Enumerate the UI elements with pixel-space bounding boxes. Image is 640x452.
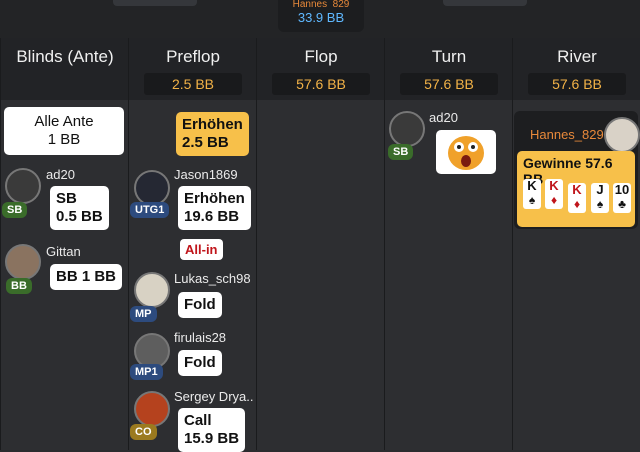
ante-amount: 1 BB: [47, 131, 81, 148]
scream-emoji-icon: [448, 136, 484, 170]
column-title: Blinds (Ante): [16, 47, 114, 66]
column-turn: Turn 57.6 BB: [384, 38, 513, 450]
ante-label: Alle Ante: [34, 113, 94, 130]
player-name: Lukas_sch98: [174, 271, 251, 286]
ante-card: Alle Ante 1 BB: [4, 107, 124, 155]
action-amount: 15.9 BB: [184, 430, 240, 447]
column-title: Turn: [431, 47, 467, 66]
action-label: Call: [184, 412, 212, 429]
action-amount: 19.6 BB: [184, 208, 240, 225]
player-name: ad20: [46, 167, 75, 182]
action-amount: 2.5 BB: [182, 134, 229, 151]
action-label: Fold: [184, 296, 216, 313]
action-card: Fold: [178, 292, 222, 318]
winner-panel: Hannes_829 Gewinne 57.6 BB K♠ K♦ K♦ J♠ 1…: [514, 111, 640, 229]
action-label: Erhöhen: [182, 116, 243, 133]
position-badge: SB: [2, 202, 28, 218]
top-bar: Hannes_829 33.9 BB: [0, 0, 640, 38]
winner-player-name: Hannes_829: [530, 127, 604, 142]
player-name: Sergey Drya..: [174, 389, 254, 404]
position-badge: MP1: [130, 364, 163, 380]
action-card: Call 15.9 BB: [178, 408, 246, 452]
column-header: Blinds (Ante): [1, 38, 129, 100]
column-header: Flop 57.6 BB: [257, 38, 385, 100]
avatar[interactable]: [134, 272, 170, 308]
column-header: Preflop 2.5 BB: [129, 38, 257, 100]
playing-card: K ♦: [568, 183, 586, 213]
emoji-reaction: [436, 130, 496, 174]
action-card: BB 1 BB: [50, 264, 123, 290]
column-pot: 57.6 BB: [528, 73, 626, 95]
avatar[interactable]: [389, 111, 425, 147]
action-card: Erhöhen 19.6 BB: [178, 186, 251, 230]
avatar[interactable]: [5, 244, 41, 280]
action-card: Fold: [178, 350, 222, 376]
column-header: River 57.6 BB: [513, 38, 640, 100]
winner-name: Hannes_829: [292, 0, 350, 8]
player-name: ad20: [429, 110, 458, 125]
position-badge: BB: [6, 278, 32, 294]
all-in-badge: All-in: [180, 239, 223, 260]
position-badge: UTG1: [130, 202, 170, 218]
column-title: Preflop: [166, 47, 220, 66]
action-label: SB: [56, 190, 77, 207]
action-label: Fold: [184, 354, 216, 371]
top-seat-pill-left: [113, 0, 197, 6]
action-amount: 0.5 BB: [56, 208, 103, 225]
avatar[interactable]: [5, 168, 41, 204]
winner-pot-chip: Hannes_829 33.9 BB: [278, 0, 364, 32]
player-name: Gittan: [46, 244, 81, 259]
pot-amount: 33.9 BB: [297, 10, 345, 25]
position-badge: SB: [388, 144, 414, 160]
avatar[interactable]: [604, 117, 640, 153]
playing-card: 10 ♣: [613, 182, 631, 213]
position-badge: MP: [130, 306, 157, 322]
winnings-card: Gewinne 57.6 BB K♠ K♦ K♦ J♠ 10♣: [517, 151, 635, 227]
column-title: River: [557, 47, 597, 66]
playing-card: J ♠: [591, 183, 609, 213]
raise-card: Erhöhen 2.5 BB: [176, 112, 249, 156]
player-name: firulais28: [174, 330, 227, 345]
playing-card: K ♠: [523, 179, 541, 209]
avatar[interactable]: [134, 170, 170, 206]
hand-history-columns: Blinds (Ante) Preflop 2.5 BB Flop 57.6 B…: [0, 38, 640, 450]
column-header: Turn 57.6 BB: [385, 38, 513, 100]
column-pot: 57.6 BB: [400, 73, 498, 95]
top-seat-pill-right: [443, 0, 527, 6]
action-label: BB 1 BB: [56, 268, 117, 285]
action-label: Erhöhen: [184, 190, 245, 207]
playing-card: K ♦: [545, 179, 563, 209]
avatar[interactable]: [134, 391, 170, 427]
column-pot: 2.5 BB: [144, 73, 242, 95]
column-title: Flop: [304, 47, 338, 66]
column-flop: Flop 57.6 BB: [256, 38, 385, 450]
player-name: Jason1869: [174, 167, 238, 182]
column-river: River 57.6 BB: [512, 38, 640, 450]
position-badge: CO: [130, 424, 157, 440]
action-card: SB 0.5 BB: [50, 186, 109, 230]
column-pot: 57.6 BB: [272, 73, 370, 95]
